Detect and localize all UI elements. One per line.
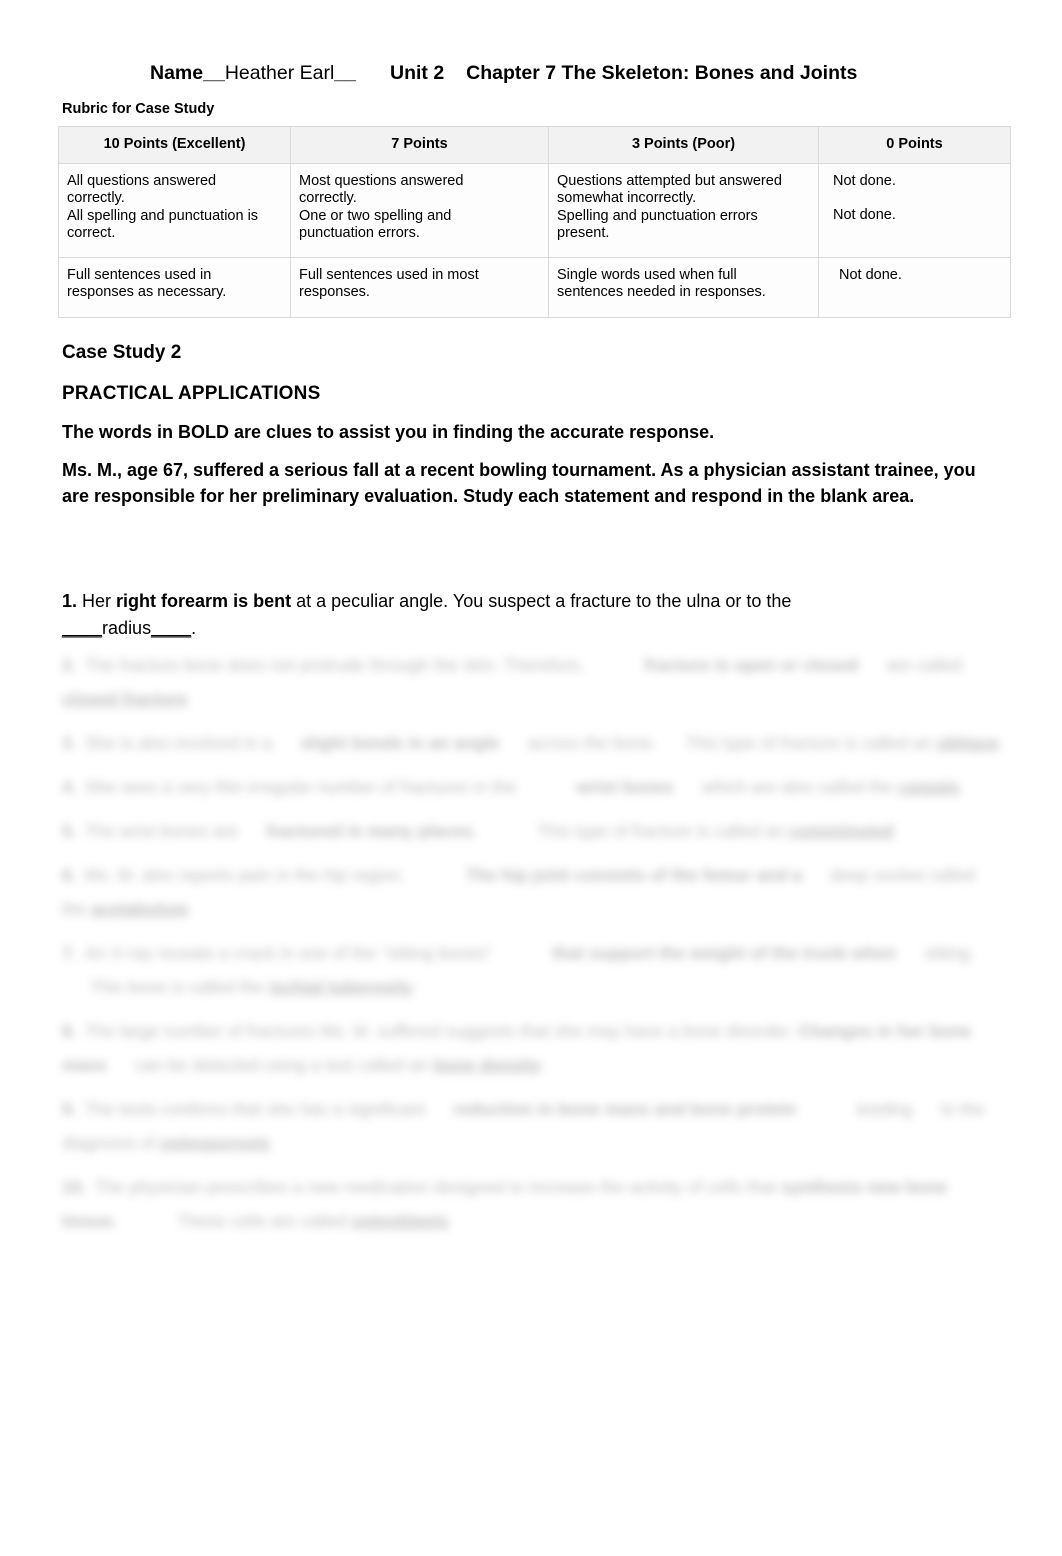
rubric-column-header: 10 Points (Excellent) (58, 126, 291, 164)
question-1-trailing: . (191, 618, 197, 638)
rubric-cell: Not done. Not done. (818, 162, 1011, 258)
question-1-text-after: at a peculiar angle. You suspect a fract… (291, 591, 792, 611)
rubric-cell: Full sentences used in responses as nece… (58, 256, 291, 318)
question-1-answer-line: ____radius____. (62, 615, 962, 642)
name-underscore-right: __ (334, 62, 356, 84)
list-item: 6. Ms. M. also reports pain in the hip re… (62, 865, 975, 919)
document-page: Name__Heather Earl__ Unit 2 Chapter 7 The … (0, 0, 1062, 1556)
question-1-text-before: Her (82, 591, 117, 611)
list-item: 3. She is also involved in a slight bends … (62, 733, 1000, 753)
rubric-table-container: 10 Points (Excellent) 7 Points 3 Points … (58, 126, 1011, 318)
rubric-column-header: 7 Points (290, 126, 549, 164)
name-value: Heather Earl (224, 62, 335, 84)
name-underscore-left: __ (203, 62, 225, 84)
case-study-heading: Case Study 2 (62, 342, 182, 363)
list-item: 9. The tests confirms that she has a sign… (62, 1099, 985, 1153)
list-item: 5. The wrist bones are fractured in many p… (62, 821, 894, 841)
list-item: 7. An X-ray reveals a crack in one of the… (62, 943, 975, 997)
rubric-caption: Rubric for Case Study (62, 101, 215, 117)
practical-applications-heading: PRACTICAL APPLICATIONS (62, 383, 321, 404)
blank-suffix: ____ (151, 618, 192, 638)
list-item: 2. The fracture bone does not protrude th… (62, 655, 963, 709)
question-1: 1. Her right forearm is bent at a peculi… (62, 588, 962, 642)
question-1-clue: right forearm is bent (116, 591, 292, 611)
unit-label: Unit 2 (390, 62, 445, 84)
rubric-cell: Full sentences used in most responses. (290, 256, 549, 318)
rubric-cell: Questions attempted but answered somewha… (548, 162, 819, 258)
redacted-questions-region: 2. The fracture bone does not protrude th… (62, 648, 1002, 1248)
question-1-number: 1. (62, 591, 78, 611)
rubric-table: 10 Points (Excellent) 7 Points 3 Points … (58, 126, 1011, 318)
chapter-title: Chapter 7 The Skeleton: Bones and Joints (466, 62, 858, 84)
blank-prefix: ____ (62, 618, 103, 638)
scenario-paragraph: Ms. M., age 67, suffered a serious fall … (62, 460, 976, 506)
bold-clue-note: The words in BOLD are clues to assist yo… (62, 422, 715, 442)
list-item: 10. The physician prescribes a new medica… (62, 1177, 948, 1231)
table-row: All questions answered correctly. All sp… (58, 162, 1011, 258)
table-row: Full sentences used in responses as nece… (58, 256, 1011, 318)
rubric-column-header: 0 Points (818, 126, 1011, 164)
rubric-cell: Single words used when full sentences ne… (548, 256, 819, 318)
name-label: Name (150, 62, 204, 84)
list-item: 8. The large number of fractures Ms. M. s… (62, 1021, 972, 1075)
table-header-row: 10 Points (Excellent) 7 Points 3 Points … (58, 126, 1011, 164)
question-1-answer: radius (102, 618, 152, 638)
rubric-cell: Not done. (818, 256, 1011, 318)
page-header: Name__Heather Earl__ Unit 2 Chapter 7 The … (150, 60, 1020, 86)
rubric-cell: Most questions answered correctly. One o… (290, 162, 549, 258)
list-item: 4. She sees a very thin irregular number … (62, 777, 960, 797)
rubric-cell: All questions answered correctly. All sp… (58, 162, 291, 258)
rubric-column-header: 3 Points (Poor) (548, 126, 819, 164)
